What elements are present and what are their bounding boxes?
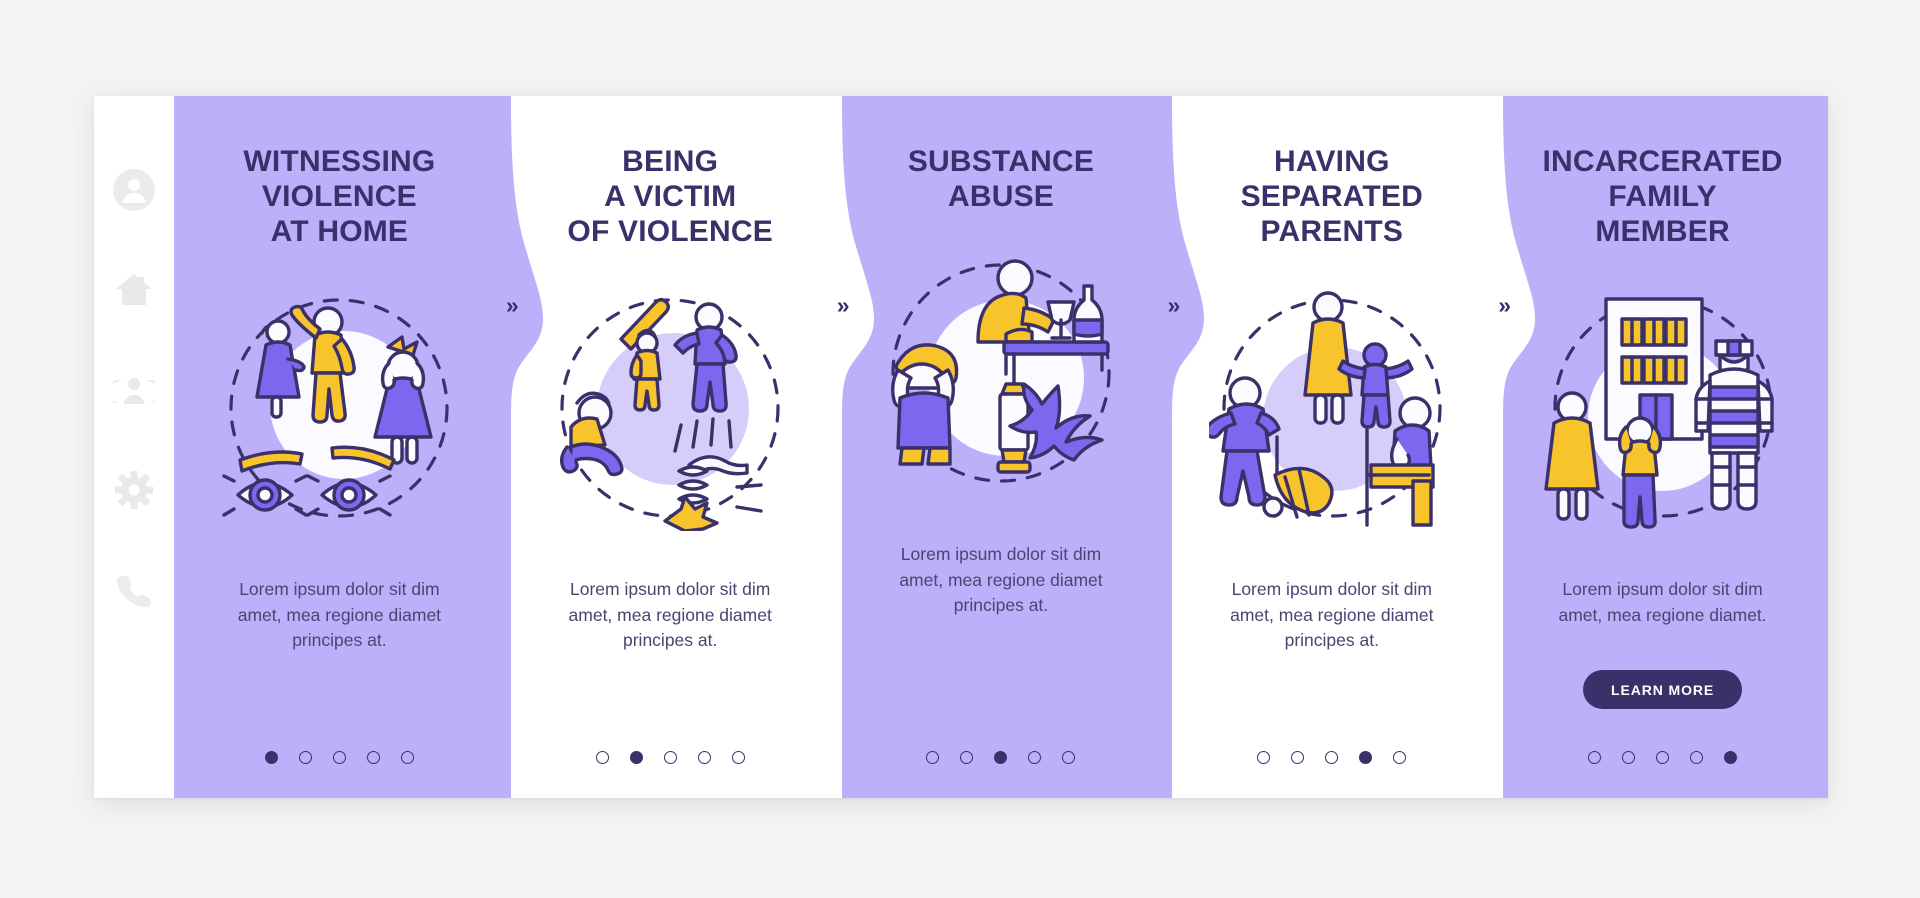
victim-of-violence-illustration (547, 285, 793, 532)
pagination-dot[interactable] (1690, 751, 1704, 764)
panel-pagination-dots (174, 751, 505, 764)
panel-substance-abuse[interactable]: » SUBSTANCE ABUSE Lorem ipsum dolor sit … (835, 96, 1205, 798)
onboarding-panels: » WITNESSING VIOLENCE AT HOME Lorem ipsu… (174, 96, 1828, 798)
next-chevron[interactable]: » (1152, 292, 1192, 318)
panel-having-separated-parents[interactable]: » HAVING SEPARATED PARENTS Lorem ipsum d… (1166, 96, 1536, 798)
panel-incarcerated-family-member[interactable]: INCARCERATED FAMILY MEMBER Lorem ipsum d… (1497, 96, 1828, 798)
pagination-dot[interactable] (1393, 751, 1407, 764)
pagination-dot[interactable] (1656, 751, 1670, 764)
sidebar-item-community[interactable] (112, 368, 156, 412)
pagination-dot[interactable] (663, 751, 677, 764)
learn-more-button[interactable]: LEARN MORE (1583, 669, 1743, 709)
panel-pagination-dots (1497, 751, 1828, 764)
pagination-dot[interactable] (1325, 751, 1339, 764)
panel-title: BEING A VICTIM OF VIOLENCE (567, 145, 773, 249)
panel-pagination-dots (836, 751, 1167, 764)
panel-pagination-dots (505, 751, 836, 764)
sidebar-item-contact[interactable] (112, 568, 156, 612)
panel-pagination-dots (1166, 751, 1497, 764)
group-people-icon (113, 374, 155, 406)
pagination-dot[interactable] (400, 751, 414, 764)
substance-abuse-illustration (878, 250, 1124, 496)
pagination-dot[interactable] (366, 751, 380, 764)
next-chevron[interactable]: » (1483, 292, 1523, 318)
pagination-dot[interactable] (1028, 751, 1042, 764)
screenshot-stage: » WITNESSING VIOLENCE AT HOME Lorem ipsu… (0, 0, 1920, 898)
pagination-dot[interactable] (731, 751, 745, 764)
pagination-dot[interactable] (1724, 751, 1738, 764)
pagination-dot[interactable] (1359, 751, 1373, 764)
pagination-dot[interactable] (1257, 751, 1271, 764)
gear-icon (115, 471, 153, 509)
pagination-dot[interactable] (1291, 751, 1305, 764)
witnessing-violence-illustration (216, 285, 462, 531)
panel-description: Lorem ipsum dolor sit dim amet, mea regi… (899, 544, 1103, 615)
pagination-dot[interactable] (595, 751, 609, 764)
pagination-dot[interactable] (1622, 751, 1636, 764)
home-icon (114, 271, 154, 309)
sidebar-item-settings[interactable] (112, 468, 156, 512)
incarcerated-family-illustration (1540, 285, 1786, 531)
panel-being-a-victim-of-violence[interactable]: » BEING A VICTIM OF VIOLENCE Lorem ipsum… (504, 96, 874, 798)
panel-title: INCARCERATED FAMILY MEMBER (1542, 145, 1783, 249)
panel-title: HAVING SEPARATED PARENTS (1240, 145, 1423, 249)
app-sidebar (94, 96, 174, 798)
sidebar-item-profile[interactable] (112, 168, 156, 212)
panel-title: SUBSTANCE ABUSE (907, 145, 1095, 214)
panel-description: Lorem ipsum dolor sit dim amet, mea regi… (1230, 579, 1434, 651)
pagination-dot[interactable] (298, 751, 312, 764)
next-chevron[interactable]: » (491, 292, 531, 318)
pagination-dot[interactable] (264, 751, 278, 764)
onboarding-card: » WITNESSING VIOLENCE AT HOME Lorem ipsu… (94, 96, 1828, 798)
pagination-dot[interactable] (629, 751, 643, 764)
pagination-dot[interactable] (926, 751, 940, 764)
panel-witnessing-violence-at-home[interactable]: » WITNESSING VIOLENCE AT HOME Lorem ipsu… (174, 96, 543, 798)
pagination-dot[interactable] (960, 751, 974, 764)
phone-icon (117, 573, 151, 607)
panel-description: Lorem ipsum dolor sit dim amet, mea regi… (568, 579, 772, 651)
pagination-dot[interactable] (1588, 751, 1602, 764)
panel-description: Lorem ipsum dolor sit dim amet, mea regi… (1558, 579, 1767, 625)
pagination-dot[interactable] (1062, 751, 1076, 764)
pagination-dot[interactable] (332, 751, 346, 764)
separated-parents-illustration (1208, 285, 1455, 531)
user-avatar-icon (113, 169, 155, 211)
pagination-dot[interactable] (994, 751, 1008, 764)
sidebar-item-home[interactable] (112, 268, 156, 312)
pagination-dot[interactable] (697, 751, 711, 764)
panel-description: Lorem ipsum dolor sit dim amet, mea regi… (237, 579, 442, 651)
next-chevron[interactable]: » (822, 292, 862, 318)
panel-title: WITNESSING VIOLENCE AT HOME (243, 145, 436, 249)
